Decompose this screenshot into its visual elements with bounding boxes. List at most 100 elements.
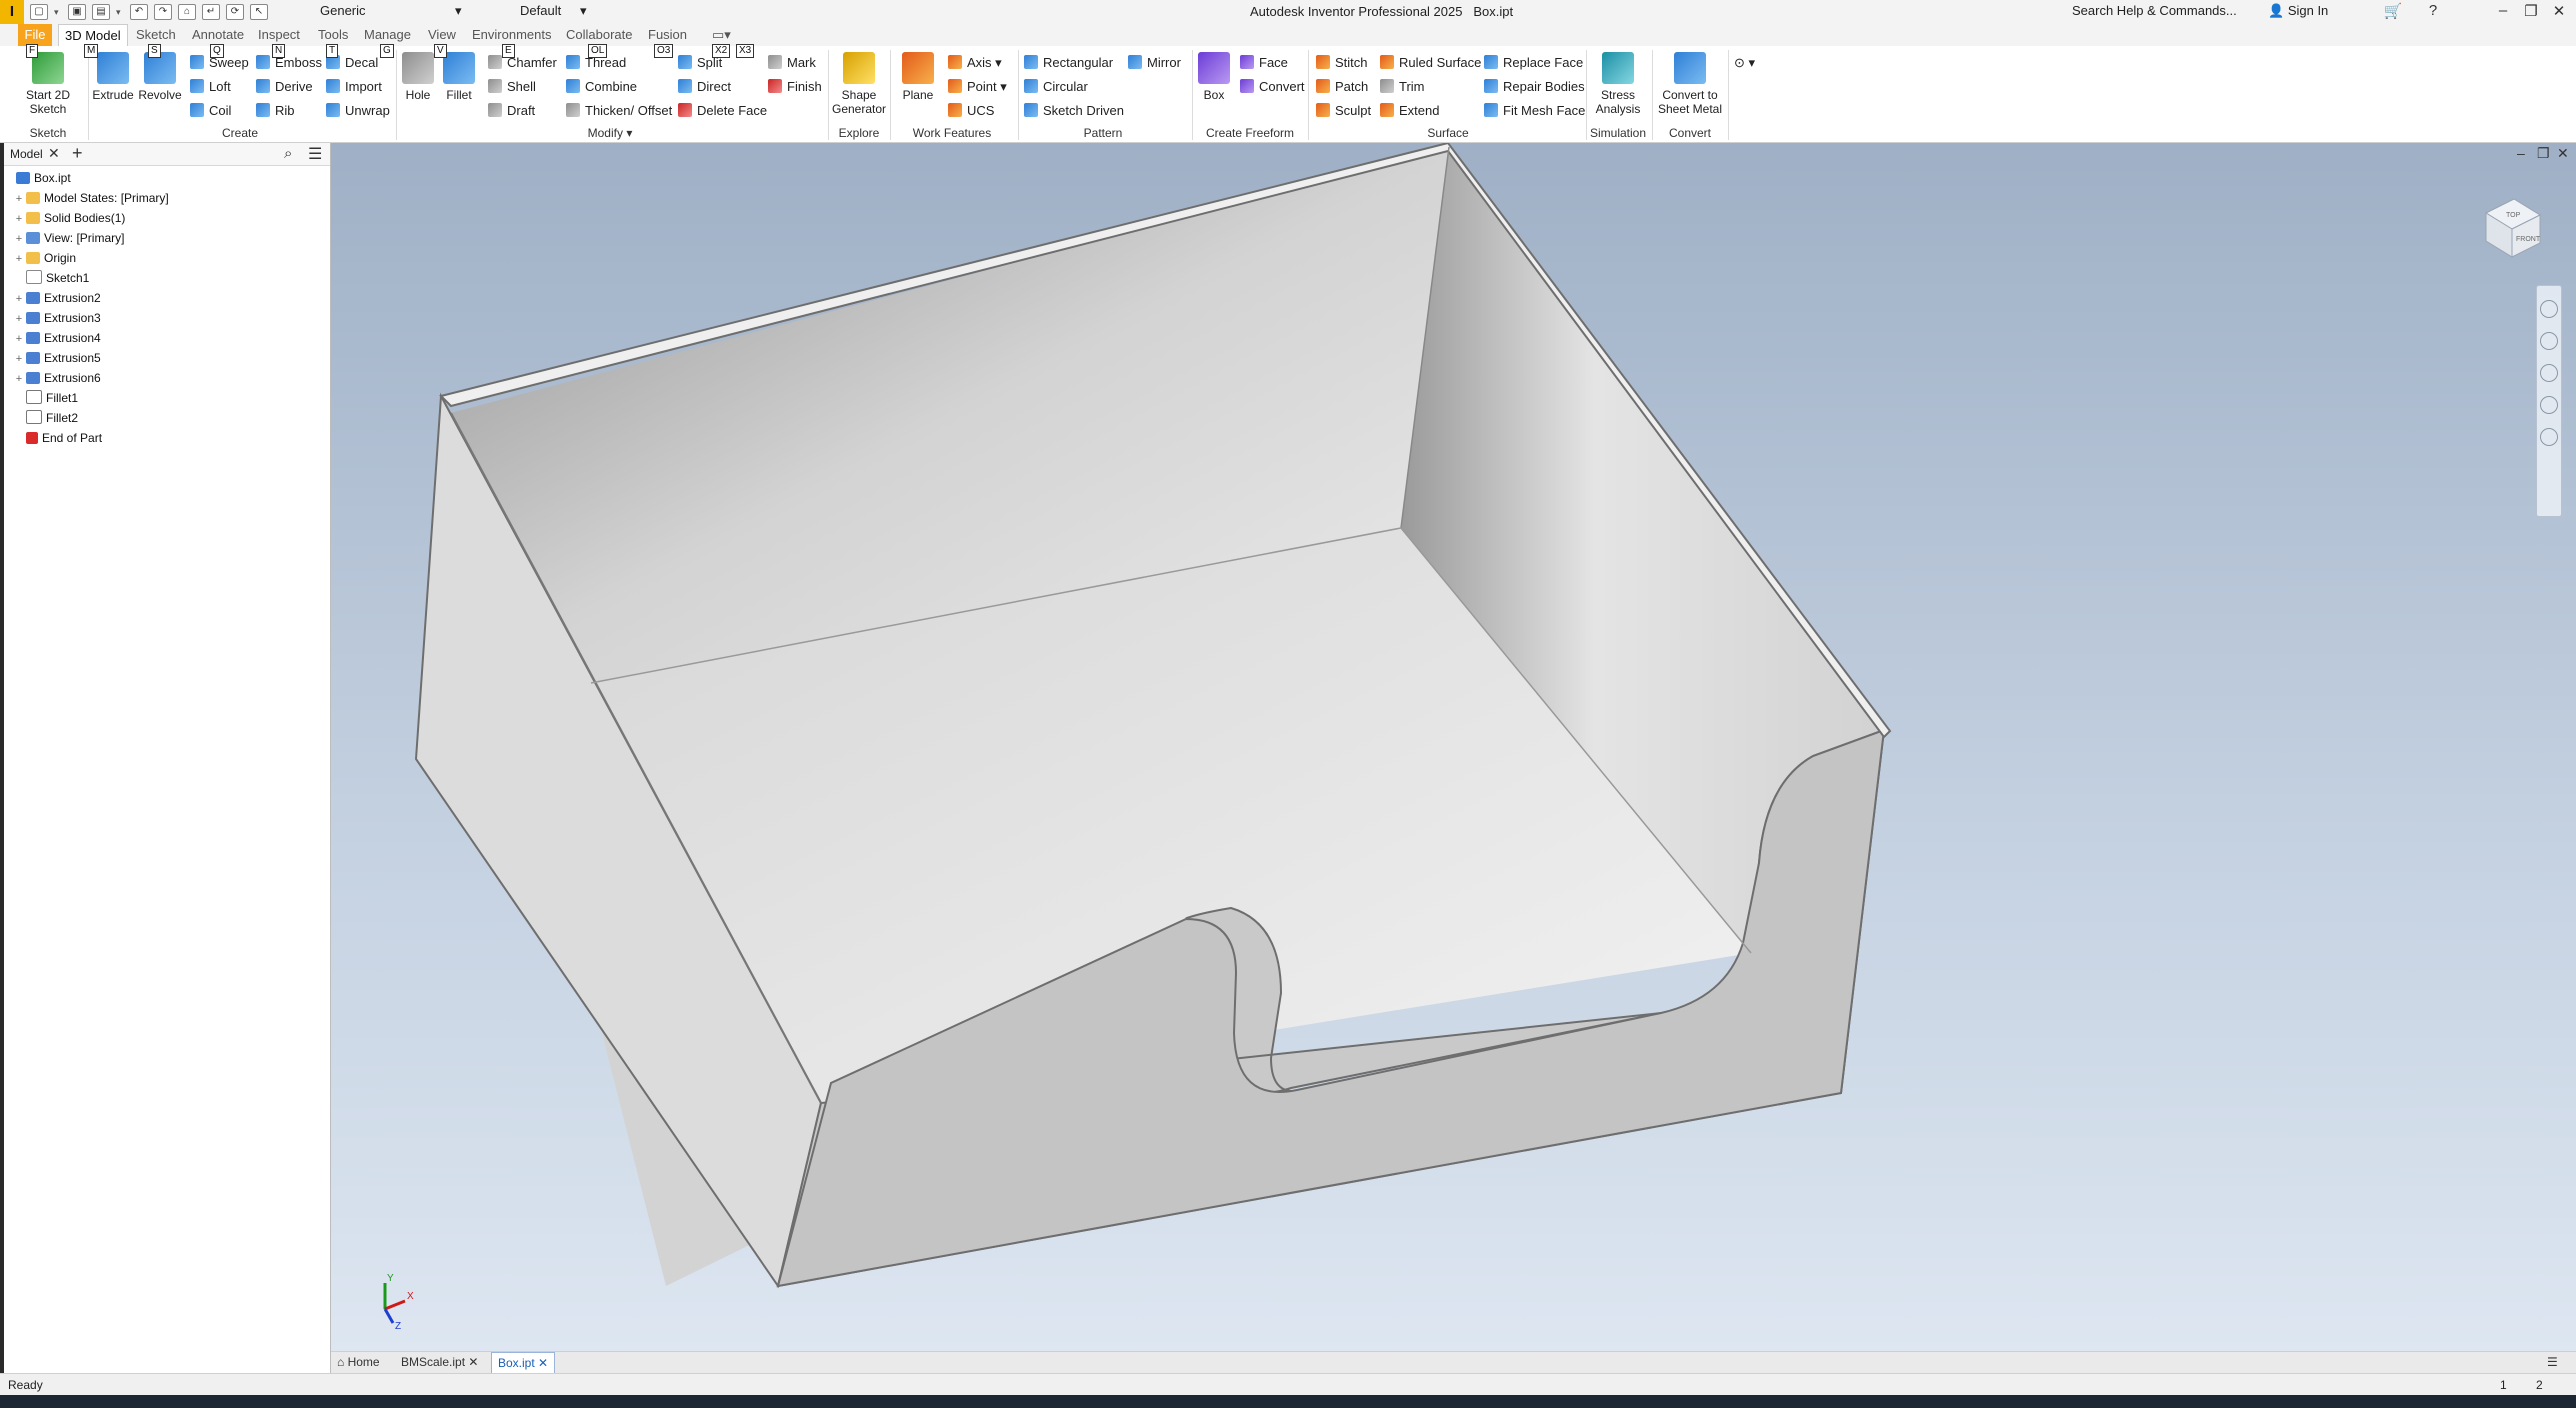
help-icon[interactable]: ? xyxy=(2420,2,2446,19)
combine-button[interactable]: Combine xyxy=(566,78,637,96)
trim-button[interactable]: Trim xyxy=(1380,78,1425,96)
loft-button[interactable]: Loft xyxy=(190,78,231,96)
tab-bmscale[interactable]: BMScale.ipt ✕ xyxy=(401,1355,478,1369)
tab-home[interactable]: ⌂ Home xyxy=(337,1355,380,1369)
fit-mesh-face-button[interactable]: Fit Mesh Face xyxy=(1484,102,1585,120)
expand-icon[interactable]: + xyxy=(14,370,24,388)
save-icon[interactable]: ▤ xyxy=(92,4,110,20)
tab-collaborate[interactable]: Collaborate xyxy=(566,27,633,42)
tab-3d-model[interactable]: 3D Model xyxy=(58,24,128,46)
ucs-button[interactable]: UCS xyxy=(948,102,994,120)
repair-bodies-button[interactable]: Repair Bodies xyxy=(1484,78,1585,96)
open-icon[interactable]: ▣ xyxy=(68,4,86,20)
viewcube[interactable]: TOP FRONT xyxy=(2476,191,2546,261)
search-icon[interactable]: ⌕ xyxy=(284,145,292,162)
direct-button[interactable]: Direct xyxy=(678,78,731,96)
tree-item-model-states[interactable]: + Model States: [Primary] xyxy=(14,189,169,207)
delete-face-button[interactable]: Delete Face xyxy=(678,102,767,120)
tree-item-sketch1[interactable]: Sketch1 xyxy=(14,269,89,287)
circular-pattern-button[interactable]: Circular xyxy=(1024,78,1088,96)
help-search-input[interactable]: Search Help & Commands... xyxy=(2072,2,2252,20)
modify-group-label[interactable]: Modify ▾ xyxy=(580,126,640,140)
rib-button[interactable]: Rib xyxy=(256,102,295,120)
pan-icon[interactable] xyxy=(2540,332,2558,350)
save-dropdown[interactable]: ▾ xyxy=(116,5,124,19)
restore-icon[interactable]: ❐ xyxy=(2518,2,2544,20)
fillet-button[interactable]: Fillet xyxy=(438,52,480,102)
tree-item-extrusion6[interactable]: + Extrusion6 xyxy=(14,369,101,387)
return-icon[interactable]: ↵ xyxy=(202,4,220,20)
viewcube-shape[interactable]: TOP FRONT xyxy=(2476,191,2546,261)
patch-button[interactable]: Patch xyxy=(1316,78,1368,96)
orbit-icon[interactable] xyxy=(2540,396,2558,414)
tree-item-fillet2[interactable]: Fillet2 xyxy=(14,409,78,427)
expand-icon[interactable]: + xyxy=(14,310,24,328)
tree-item-view[interactable]: + View: [Primary] xyxy=(14,229,125,248)
home-view-icon[interactable]: ⌂ xyxy=(178,4,196,20)
thicken-offset-button[interactable]: Thicken/ Offset xyxy=(566,102,672,120)
close-icon[interactable]: ✕ xyxy=(468,1355,478,1369)
tab-inspect[interactable]: Inspect xyxy=(258,27,300,42)
undo-icon[interactable]: ↶ xyxy=(130,4,148,20)
steering-wheel-icon[interactable] xyxy=(2540,300,2558,318)
graphics-viewport[interactable]: – ❐ ✕ TOP FRONT X Y Z xyxy=(331,143,2576,1351)
stress-analysis-button[interactable]: Stress Analysis xyxy=(1588,52,1648,116)
tab-view[interactable]: View xyxy=(428,27,456,42)
tab-sketch[interactable]: Sketch xyxy=(136,27,176,42)
sign-in-button[interactable]: 👤 Sign In xyxy=(2268,3,2328,19)
tree-item-extrusion5[interactable]: + Extrusion5 xyxy=(14,349,101,367)
redo-icon[interactable]: ↷ xyxy=(154,4,172,20)
material-dropdown[interactable]: Default xyxy=(520,2,561,20)
rectangular-pattern-button[interactable]: Rectangular xyxy=(1024,54,1113,72)
finish-button[interactable]: Finish xyxy=(768,78,822,96)
file-tab[interactable]: File xyxy=(18,24,52,46)
tab-overflow-icon[interactable]: ▭▾ xyxy=(712,27,731,43)
close-icon[interactable]: ✕ xyxy=(2546,2,2572,20)
ruled-surface-button[interactable]: Ruled Surface xyxy=(1380,54,1481,72)
tree-item-end-of-part[interactable]: End of Part xyxy=(14,429,102,447)
mirror-button[interactable]: Mirror xyxy=(1128,54,1181,72)
shell-button[interactable]: Shell xyxy=(488,78,536,96)
tree-item-extrusion2[interactable]: + Extrusion2 xyxy=(14,289,101,307)
point-button[interactable]: Point ▾ xyxy=(948,78,1007,96)
stitch-button[interactable]: Stitch xyxy=(1316,54,1368,72)
tab-box[interactable]: Box.ipt ✕ xyxy=(491,1352,556,1374)
expand-icon[interactable]: + xyxy=(14,290,24,308)
tree-item-box-ipt[interactable]: Box.ipt xyxy=(4,169,71,187)
menu-icon[interactable]: ☰ xyxy=(308,144,322,164)
coil-button[interactable]: Coil xyxy=(190,102,231,120)
expand-icon[interactable]: + xyxy=(14,210,24,228)
box-model[interactable] xyxy=(331,143,2576,1351)
sculpt-button[interactable]: Sculpt xyxy=(1316,102,1371,120)
emboss-button[interactable]: Emboss xyxy=(256,54,322,72)
tab-tools[interactable]: Tools xyxy=(318,27,348,42)
close-icon[interactable]: ✕ xyxy=(48,145,60,162)
freeform-box-button[interactable]: Box xyxy=(1194,52,1234,102)
extrude-button[interactable]: Extrude xyxy=(90,52,136,102)
shape-generator-button[interactable]: Shape Generator xyxy=(830,52,888,116)
tree-item-origin[interactable]: + Origin xyxy=(14,249,76,267)
chevron-down-icon[interactable]: ▾ xyxy=(455,2,462,20)
start-2d-sketch-button[interactable]: Start 2D Sketch xyxy=(16,52,80,116)
expand-icon[interactable]: + xyxy=(14,230,24,248)
appearance-dropdown[interactable]: Generic xyxy=(320,2,366,20)
plane-button[interactable]: Plane xyxy=(894,52,942,102)
update-icon[interactable]: ⟳ xyxy=(226,4,244,20)
replace-face-button[interactable]: Replace Face xyxy=(1484,54,1583,72)
derive-button[interactable]: Derive xyxy=(256,78,313,96)
tab-fusion[interactable]: Fusion xyxy=(648,27,687,42)
tree-item-extrusion3[interactable]: + Extrusion3 xyxy=(14,309,101,327)
tab-environments[interactable]: Environments xyxy=(472,27,551,42)
view-face-icon[interactable] xyxy=(2540,428,2558,446)
tree-item-extrusion4[interactable]: + Extrusion4 xyxy=(14,329,101,347)
zoom-icon[interactable] xyxy=(2540,364,2558,382)
hole-button[interactable]: Hole xyxy=(398,52,438,102)
mark-button[interactable]: Mark xyxy=(768,54,816,72)
tree-item-fillet1[interactable]: Fillet1 xyxy=(14,389,78,407)
tab-manage[interactable]: Manage xyxy=(364,27,411,42)
inventor-logo-icon[interactable]: I xyxy=(0,0,24,24)
tree-item-solid-bodies[interactable]: + Solid Bodies(1) xyxy=(14,209,126,228)
select-icon[interactable]: ↖ xyxy=(250,4,268,20)
revolve-button[interactable]: Revolve xyxy=(136,52,184,102)
minimize-icon[interactable]: – xyxy=(2490,2,2516,19)
